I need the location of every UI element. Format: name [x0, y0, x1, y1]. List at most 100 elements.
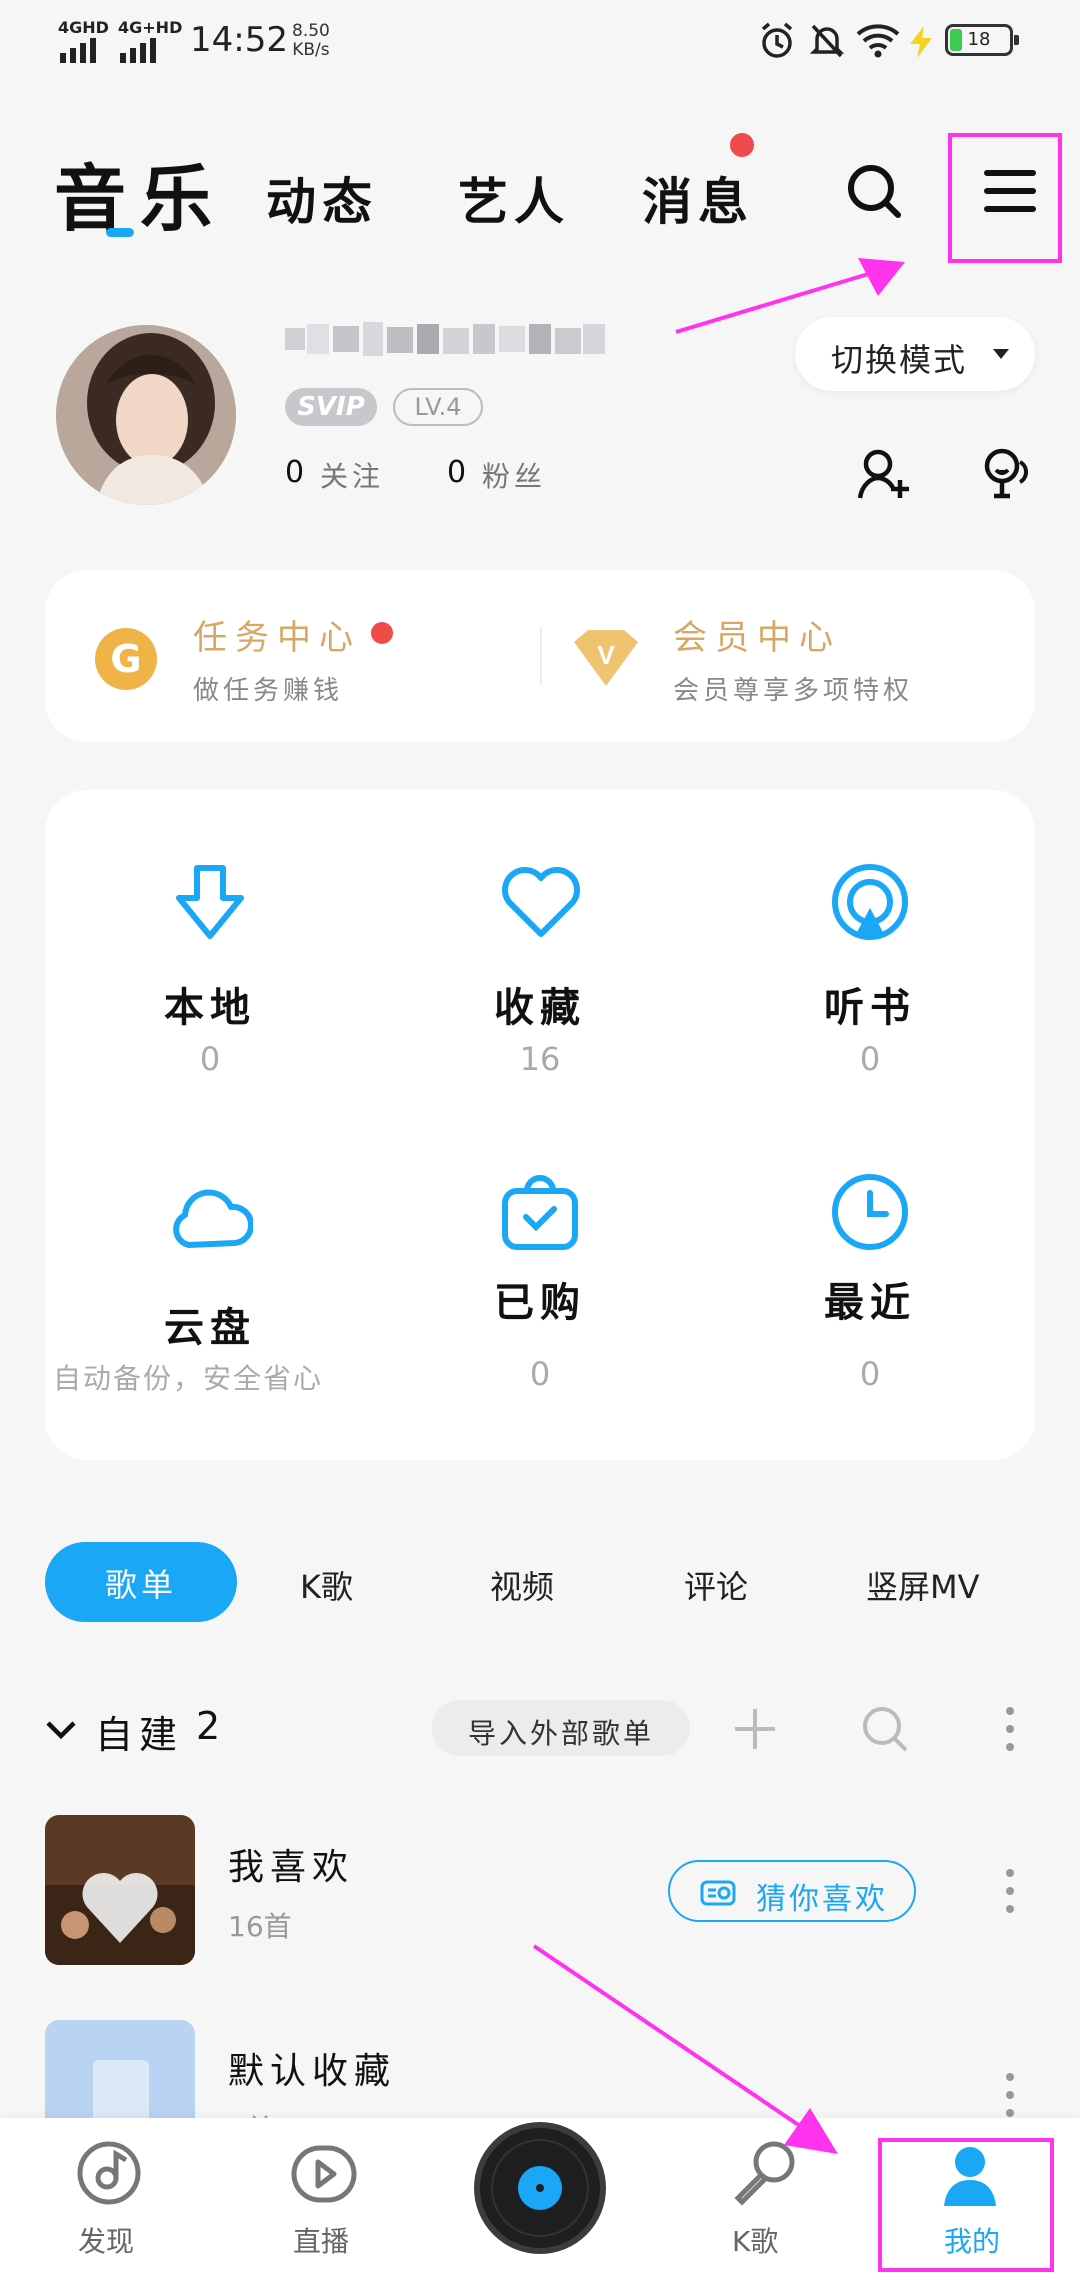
vip-center-title[interactable]: 会员中心	[673, 610, 841, 659]
promo-card: G 任务中心 做任务赚钱 V 会员中心 会员尊享多项特权	[45, 570, 1035, 742]
search-playlist-icon[interactable]	[860, 1704, 910, 1754]
wifi-icon	[856, 22, 900, 58]
tab-playlists[interactable]: 歌单	[45, 1542, 237, 1622]
playlist-more-icon-2[interactable]	[1004, 2072, 1016, 2118]
add-friend-icon[interactable]	[856, 446, 912, 502]
annotation-highlight-mine	[878, 2138, 1054, 2272]
network-type-1: 4GHD	[58, 18, 109, 37]
tab-messages[interactable]: 消息	[642, 162, 754, 234]
message-badge	[730, 133, 754, 157]
purchased-icon	[499, 1171, 581, 1253]
nav-discover-label: 发现	[78, 2225, 135, 2258]
playlist-cover-favorites[interactable]	[45, 1815, 195, 1965]
task-badge	[371, 622, 393, 644]
discover-icon	[74, 2138, 144, 2208]
grid-count-local: 0	[199, 1040, 221, 1078]
grid-cloud[interactable]: 云盘 自动备份，安全省心	[45, 1105, 375, 1435]
grid-label-recent: 最近	[824, 1280, 916, 1326]
playlist-song-count: 16首	[228, 1910, 292, 1943]
playlist-name-default[interactable]: 默认收藏	[228, 2042, 396, 2094]
grid-label-local: 本地	[164, 985, 256, 1031]
guess-you-like-label: 猜你喜欢	[756, 1882, 888, 1917]
username-pixelated	[285, 322, 607, 362]
cloud-icon	[167, 1175, 253, 1255]
grid-purchased[interactable]: 已购 0	[375, 1105, 705, 1435]
radio-icon	[700, 1878, 736, 1906]
status-bar: 4GHD 4G+HD 14:52 8.50 KB/s 18	[0, 0, 1080, 80]
net-speed-value: 8.50	[292, 21, 330, 41]
collapse-chevron-icon[interactable]	[45, 1718, 77, 1742]
more-options-icon[interactable]	[1004, 1706, 1016, 1752]
signal-2-icon: 4G+HD	[118, 18, 182, 63]
search-icon[interactable]	[845, 162, 903, 220]
coin-icon: G	[95, 628, 157, 690]
grid-recent[interactable]: 最近 0	[705, 1105, 1035, 1435]
tab-playlists-label: 歌单	[104, 1566, 177, 1604]
battery-level: 18	[967, 29, 991, 50]
tab-music[interactable]: 音乐	[54, 140, 226, 245]
annotation-arrow-bottom	[530, 1940, 850, 2170]
tab-video[interactable]: 视频	[490, 1562, 554, 1608]
grid-audiobook[interactable]: 听书 0	[705, 790, 1035, 1100]
import-playlist-button[interactable]: 导入外部歌单	[432, 1700, 690, 1756]
caret-down-icon	[993, 349, 1009, 359]
playlist-name[interactable]: 我喜欢	[228, 1838, 354, 1890]
grid-count-cloud: 自动备份，安全省心	[53, 1362, 324, 1395]
vip-center-sub[interactable]: 会员尊享多项特权	[673, 670, 913, 707]
grid-count-recent: 0	[859, 1355, 881, 1393]
import-playlist-label: 导入外部歌单	[467, 1717, 654, 1750]
nav-live-label: 直播	[293, 2225, 350, 2258]
svg-text:V: V	[597, 640, 615, 670]
grid-count-favorites: 16	[519, 1040, 561, 1078]
section-title[interactable]: 自建	[95, 1704, 183, 1759]
grid-count-purchased: 0	[529, 1355, 551, 1393]
live-icon	[289, 2138, 359, 2208]
alarm-icon	[758, 22, 796, 60]
grid-favorites[interactable]: 收藏 16	[375, 790, 705, 1100]
tab-comments[interactable]: 评论	[684, 1562, 748, 1608]
download-icon	[169, 862, 251, 944]
clock-time: 14:52	[190, 20, 288, 60]
avatar[interactable]	[56, 325, 236, 505]
follow-count[interactable]: 0	[285, 455, 304, 490]
battery-icon: 18	[945, 24, 1019, 56]
playlist-more-icon[interactable]	[1004, 1868, 1016, 1914]
network-type-2: 4G+HD	[118, 18, 183, 37]
grid-label-purchased: 已购	[494, 1280, 586, 1326]
nav-live[interactable]: 直播	[275, 2138, 375, 2268]
task-center-title[interactable]: 任务中心	[193, 610, 361, 659]
guess-you-like-button[interactable]: 猜你喜欢	[668, 1860, 916, 1922]
add-playlist-icon[interactable]	[732, 1706, 778, 1752]
clock-icon	[829, 1171, 911, 1253]
charging-icon	[906, 24, 936, 60]
divider	[540, 626, 542, 686]
active-tab-indicator	[106, 228, 134, 237]
grid-label-cloud: 云盘	[164, 1305, 256, 1351]
svip-badge: SVIP	[285, 388, 377, 426]
nav-karaoke-label: K歌	[732, 2225, 779, 2258]
section-count: 2	[196, 1704, 221, 1748]
switch-mode-button[interactable]: 切换模式	[795, 317, 1035, 391]
nav-discover[interactable]: 发现	[60, 2138, 160, 2268]
grid-label-audiobook: 听书	[824, 985, 916, 1031]
mute-bell-icon	[808, 22, 846, 60]
tab-karaoke[interactable]: K歌	[300, 1562, 353, 1608]
tab-artists[interactable]: 艺人	[458, 162, 570, 234]
net-speed: 8.50 KB/s	[292, 22, 330, 60]
vip-diamond-icon: V	[570, 628, 642, 688]
audiobook-icon	[829, 862, 911, 944]
task-center-sub[interactable]: 做任务赚钱	[193, 670, 343, 707]
follow-label[interactable]: 关注	[320, 455, 384, 495]
annotation-highlight-menu	[948, 133, 1062, 263]
net-speed-unit: KB/s	[292, 40, 330, 60]
grid-local[interactable]: 本地 0	[45, 790, 375, 1100]
fans-label[interactable]: 粉丝	[482, 455, 546, 495]
library-grid-card: 本地 0 收藏 16 听书 0 云盘 自动备份，安全省心 已购 0 最近 0	[45, 790, 1035, 1460]
voice-mic-icon[interactable]	[978, 446, 1036, 502]
tab-vertical-mv[interactable]: 竖屏MV	[866, 1562, 980, 1608]
fans-count[interactable]: 0	[447, 455, 466, 490]
grid-label-favorites: 收藏	[494, 985, 586, 1031]
tab-dynamic[interactable]: 动态	[266, 162, 378, 234]
signal-1-icon: 4GHD	[58, 18, 109, 63]
switch-mode-label: 切换模式	[831, 341, 968, 379]
